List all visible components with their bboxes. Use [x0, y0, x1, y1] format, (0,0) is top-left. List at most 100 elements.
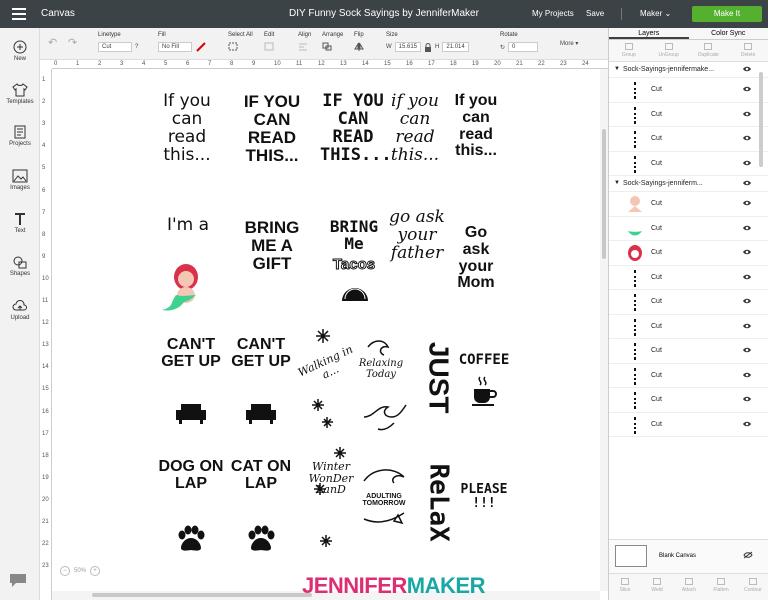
layer-row[interactable]: Cut [609, 217, 768, 241]
design-if-you-can-read-4[interactable]: if you can read this... [386, 92, 444, 164]
nav-templates[interactable]: Templates [0, 83, 40, 105]
zoom-in-button[interactable]: + [90, 566, 101, 576]
nav-upload[interactable]: Upload [0, 299, 40, 321]
nav-new[interactable]: New [0, 40, 40, 62]
nav-shapes[interactable]: Shapes [0, 255, 40, 277]
design-canvas[interactable]: If you can read this... IF YOU CAN READ … [52, 69, 600, 591]
help-icon[interactable]: ? [135, 44, 138, 50]
design-bring-me-a-gift[interactable]: BRING ME A GIFT [232, 219, 312, 273]
eye-icon[interactable] [742, 273, 752, 281]
nav-images[interactable]: Images [0, 169, 40, 191]
make-it-button[interactable]: Make It [692, 6, 762, 22]
design-if-you-can-read-5[interactable]: If you can read this... [448, 92, 504, 160]
layer-row[interactable]: Cut [609, 290, 768, 315]
eye-icon[interactable] [742, 134, 752, 142]
blank-canvas-row[interactable]: Blank Canvas [609, 539, 768, 573]
eye-icon[interactable] [742, 224, 752, 232]
layer-row[interactable]: Cut [609, 339, 768, 364]
canvas-swatch[interactable] [615, 545, 647, 567]
coffee-cup-icon[interactable] [470, 375, 498, 407]
edit-button[interactable]: Edit [264, 32, 274, 51]
scrollbar-thumb[interactable] [92, 593, 312, 597]
attach-button[interactable]: Attach [673, 574, 705, 600]
eye-icon[interactable] [742, 395, 752, 403]
canvas-vertical-scrollbar[interactable] [600, 69, 608, 591]
ungroup-button[interactable]: UnGroup [649, 40, 689, 61]
armchair-icon[interactable] [244, 400, 278, 426]
design-relax[interactable]: ReLaX [424, 453, 454, 553]
eye-icon[interactable] [742, 65, 752, 73]
eye-icon[interactable] [742, 297, 752, 305]
design-cant-get-up-1[interactable]: CAN'T GET UP [156, 336, 226, 371]
layer-row[interactable]: Cut [609, 413, 768, 437]
height-input[interactable]: 21.014 [442, 42, 469, 52]
nav-text[interactable]: Text [0, 212, 40, 234]
rotate-input[interactable]: 0 [508, 42, 539, 52]
linetype-control[interactable]: Linetype Cut? [98, 32, 138, 52]
fill-control[interactable]: Fill No Fill [158, 32, 207, 52]
group-button[interactable]: Group [609, 40, 649, 61]
design-tacos-label[interactable]: Tacos [324, 256, 384, 273]
layer-row[interactable]: Cut [609, 192, 768, 217]
flatten-button[interactable]: Flatten [705, 574, 737, 600]
eye-icon[interactable] [742, 248, 752, 256]
layer-row[interactable]: Cut [609, 103, 768, 127]
eye-icon[interactable] [742, 110, 752, 118]
slice-button[interactable]: Slice [609, 574, 641, 600]
design-cant-get-up-2[interactable]: CAN'T GET UP [226, 336, 296, 371]
menu-icon[interactable] [12, 8, 26, 20]
nav-projects[interactable]: Projects [0, 125, 40, 147]
design-please[interactable]: PLEASE !!! [456, 483, 512, 510]
design-dog-on-lap[interactable]: DOG ON LAP [156, 458, 226, 493]
eye-icon[interactable] [742, 179, 752, 187]
design-winter-wonderland[interactable]: Winter WonDer LanD [306, 461, 356, 496]
design-bring-me-label[interactable]: BRING Me [324, 218, 384, 253]
eye-icon[interactable] [742, 346, 752, 354]
design-go-ask-your-mom[interactable]: Go ask your Mom [450, 224, 502, 292]
eye-icon[interactable] [742, 85, 752, 93]
select-all-button[interactable]: Select All [228, 32, 253, 51]
contour-button[interactable]: Contour [737, 574, 768, 600]
design-if-you-can-read-3[interactable]: IF YOU CAN READ THIS... [320, 92, 392, 164]
delete-button[interactable]: Delete [728, 40, 768, 61]
layer-row[interactable]: Cut [609, 241, 768, 266]
layer-row[interactable]: Cut [609, 152, 768, 176]
layer-row[interactable]: Cut [609, 266, 768, 290]
taco-icon[interactable] [340, 283, 370, 303]
undo-icon[interactable]: ↶ [48, 36, 57, 49]
fill-select[interactable]: No Fill [158, 42, 192, 52]
lock-icon[interactable] [424, 42, 432, 52]
chat-icon[interactable] [8, 572, 28, 588]
eye-icon[interactable] [742, 371, 752, 379]
eye-icon[interactable] [742, 420, 752, 428]
zoom-out-button[interactable]: − [60, 566, 70, 576]
eye-icon[interactable] [742, 199, 752, 207]
design-go-ask-your-father[interactable]: go ask your father [386, 208, 448, 263]
caret-down-icon[interactable]: ▼ [614, 66, 620, 72]
eye-icon[interactable] [742, 159, 752, 167]
redo-icon[interactable]: ↷ [68, 36, 77, 49]
width-input[interactable]: 15.615 [394, 42, 422, 52]
layer-group[interactable]: ▼ Sock-Sayings-jennifermake... [609, 62, 768, 78]
layer-row[interactable]: Cut [609, 364, 768, 388]
design-relaxing-today[interactable]: Relaxing Today [354, 358, 408, 380]
design-if-you-can-read-2[interactable]: IF YOU CAN READ THIS... [232, 93, 312, 164]
design-im-a[interactable]: I'm a [160, 216, 216, 235]
flip-button[interactable]: Flip [354, 32, 364, 51]
design-coffee[interactable]: COFFEE [458, 353, 510, 368]
layer-row[interactable]: Cut [609, 388, 768, 413]
paw-print-icon[interactable] [246, 525, 276, 553]
caret-down-icon[interactable]: ▼ [614, 180, 620, 186]
weld-button[interactable]: Weld [641, 574, 673, 600]
my-projects-link[interactable]: My Projects [532, 9, 574, 18]
linetype-select[interactable]: Cut [98, 42, 132, 52]
design-if-you-can-read-1[interactable]: If you can read this... [150, 92, 224, 164]
scrollbar-thumb[interactable] [602, 129, 606, 259]
mermaid-icon[interactable] [156, 259, 208, 313]
eye-icon[interactable] [742, 322, 752, 330]
panel-scrollbar[interactable] [759, 72, 763, 167]
tab-layers[interactable]: Layers [609, 28, 689, 39]
paw-print-icon[interactable] [176, 525, 206, 553]
design-just[interactable]: JUST [424, 331, 455, 425]
tab-color-sync[interactable]: Color Sync [689, 28, 768, 39]
